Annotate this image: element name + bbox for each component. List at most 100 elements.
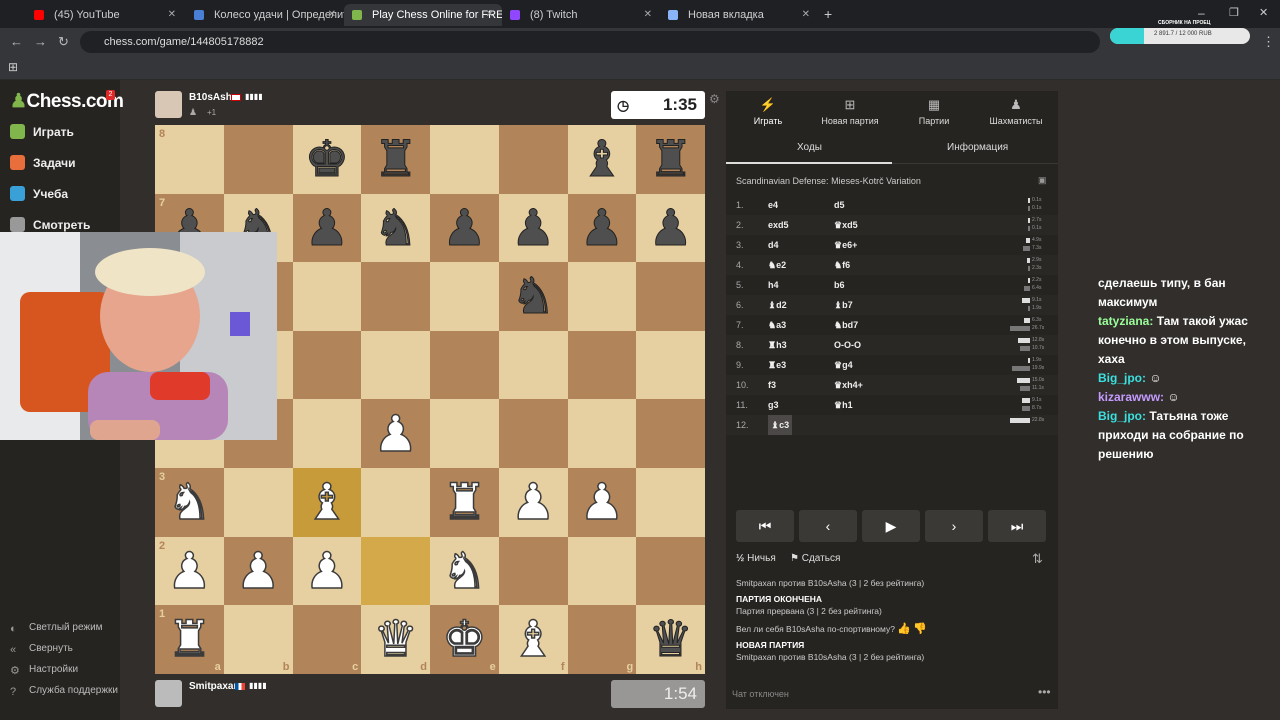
white-pawn-icon[interactable]: ♟ bbox=[304, 545, 350, 597]
white-knight-icon[interactable]: ♞ bbox=[441, 545, 487, 597]
subtab-moves[interactable]: Ходы bbox=[797, 142, 822, 153]
square-d6[interactable] bbox=[361, 262, 430, 331]
browser-tab-wheel[interactable]: Колесо удачи | Определите п ✕ bbox=[186, 4, 344, 26]
black-queen-icon[interactable]: ♛ bbox=[648, 614, 694, 665]
square-c3[interactable]: ♝ bbox=[292, 467, 362, 537]
url-input[interactable]: chess.com/game/144805178882 bbox=[80, 31, 1100, 53]
next-move-button[interactable]: › bbox=[925, 510, 983, 542]
square-d5[interactable] bbox=[361, 330, 430, 400]
black-move[interactable]: ♛e6+ bbox=[834, 235, 857, 255]
settings-button[interactable]: ⚙ Настройки bbox=[10, 663, 78, 677]
white-move[interactable]: ♜h3 bbox=[768, 335, 787, 355]
close-icon[interactable]: ✕ bbox=[486, 4, 494, 26]
subtab-info[interactable]: Информация bbox=[947, 142, 1008, 153]
black-rook-icon[interactable]: ♜ bbox=[648, 134, 694, 185]
black-move[interactable]: ♞f6 bbox=[834, 255, 850, 275]
white-queen-icon[interactable]: ♛ bbox=[372, 614, 418, 666]
black-bishop-icon[interactable]: ♝ bbox=[579, 134, 625, 185]
black-king-icon[interactable]: ♚ bbox=[304, 134, 350, 185]
square-g8[interactable]: ♝ bbox=[567, 125, 637, 194]
thumbs-down-icon[interactable]: 👎 bbox=[913, 623, 927, 635]
white-pawn-icon[interactable]: ♟ bbox=[372, 408, 418, 460]
square-g1[interactable]: g bbox=[567, 605, 637, 674]
square-g4[interactable] bbox=[567, 399, 637, 468]
black-move[interactable]: ♛xd5 bbox=[834, 215, 858, 235]
black-move[interactable]: ♝b7 bbox=[834, 295, 853, 315]
tab-play[interactable]: ⚡ Играть bbox=[728, 97, 808, 126]
white-move[interactable]: e4 bbox=[768, 195, 778, 215]
last-move-button[interactable]: ⏭ bbox=[988, 510, 1046, 542]
tab-new-game[interactable]: ⊞ Новая партия bbox=[810, 97, 890, 126]
square-h7[interactable]: ♟ bbox=[636, 193, 705, 263]
white-move[interactable]: ♞e2 bbox=[768, 255, 786, 275]
close-window-icon[interactable]: ✕ bbox=[1259, 6, 1268, 19]
draw-button[interactable]: ½ Ничья bbox=[736, 553, 776, 564]
square-h5[interactable] bbox=[636, 330, 705, 400]
square-h1[interactable]: ♛ h bbox=[636, 605, 705, 674]
light-mode-button[interactable]: ◐ Светлый режим bbox=[10, 621, 103, 635]
more-icon[interactable]: ••• bbox=[1038, 685, 1051, 699]
white-pawn-icon[interactable]: ♟ bbox=[510, 477, 556, 529]
square-c6[interactable] bbox=[292, 262, 362, 331]
sidebar-item-play[interactable]: Играть bbox=[10, 122, 74, 142]
square-f5[interactable] bbox=[498, 330, 568, 400]
square-d3[interactable] bbox=[361, 467, 430, 537]
apps-icon[interactable]: ⊞ bbox=[8, 60, 18, 74]
square-g5[interactable] bbox=[567, 330, 637, 400]
square-c2[interactable]: ♟ bbox=[292, 536, 362, 606]
square-d2[interactable] bbox=[361, 536, 430, 606]
square-a1[interactable]: ♜ 1 a bbox=[155, 605, 224, 674]
square-g7[interactable]: ♟ bbox=[567, 193, 637, 263]
back-icon[interactable]: ← bbox=[10, 34, 23, 50]
square-f4[interactable] bbox=[498, 399, 568, 468]
board-settings-gear-icon[interactable]: ⚙ bbox=[709, 92, 720, 106]
black-move[interactable]: ♛h1 bbox=[834, 395, 853, 415]
white-rook-icon[interactable]: ♜ bbox=[166, 614, 212, 666]
square-g3[interactable]: ♟ bbox=[567, 467, 637, 537]
white-move[interactable]: ♜e3 bbox=[768, 355, 786, 375]
black-pawn-icon[interactable]: ♟ bbox=[441, 202, 487, 253]
close-icon[interactable]: ✕ bbox=[328, 4, 336, 26]
sidebar-item-puzzles[interactable]: Задачи bbox=[10, 153, 76, 173]
square-e5[interactable] bbox=[430, 330, 499, 400]
support-button[interactable]: ? Служба поддержки bbox=[10, 684, 118, 698]
black-pawn-icon[interactable]: ♟ bbox=[304, 202, 350, 253]
close-icon[interactable]: ✕ bbox=[168, 4, 176, 26]
square-f7[interactable]: ♟ bbox=[498, 193, 568, 263]
square-c4[interactable] bbox=[292, 399, 362, 468]
square-f6[interactable]: ♞ bbox=[498, 262, 568, 331]
square-a2[interactable]: ♟ 2 bbox=[155, 536, 224, 606]
avatar[interactable] bbox=[155, 680, 182, 707]
black-rook-icon[interactable]: ♜ bbox=[373, 134, 419, 185]
white-king-icon[interactable]: ♚ bbox=[441, 614, 487, 666]
square-d7[interactable]: ♞ bbox=[361, 193, 430, 263]
square-h3[interactable] bbox=[636, 467, 705, 537]
new-tab-button[interactable]: + bbox=[824, 6, 832, 22]
square-e8[interactable] bbox=[430, 125, 499, 194]
browser-tab-new[interactable]: Новая вкладка ✕ bbox=[660, 4, 818, 26]
white-move[interactable]: d4 bbox=[768, 235, 779, 255]
square-g6[interactable] bbox=[567, 262, 637, 331]
reload-icon[interactable]: ↻ bbox=[58, 34, 69, 50]
square-f2[interactable] bbox=[498, 536, 568, 606]
black-move[interactable]: ♛xh4+ bbox=[834, 375, 863, 395]
black-knight-icon[interactable]: ♞ bbox=[373, 202, 419, 253]
minimize-icon[interactable]: – bbox=[1198, 6, 1205, 20]
black-knight-icon[interactable]: ♞ bbox=[510, 271, 556, 322]
white-move[interactable]: ♞a3 bbox=[768, 315, 786, 335]
clipboard-icon[interactable]: ▣ bbox=[1038, 175, 1047, 186]
white-move[interactable]: h4 bbox=[768, 275, 779, 295]
square-f1[interactable]: ♝ f bbox=[498, 605, 568, 674]
white-bishop-icon[interactable]: ♝ bbox=[510, 614, 556, 666]
square-c8[interactable]: ♚ bbox=[292, 125, 362, 194]
white-move[interactable]: g3 bbox=[768, 395, 779, 415]
browser-tab-youtube[interactable]: (45) YouTube ✕ bbox=[26, 4, 184, 26]
square-e3[interactable]: ♜ bbox=[430, 467, 499, 537]
white-rook-icon[interactable]: ♜ bbox=[441, 477, 487, 529]
white-move[interactable]: exd5 bbox=[768, 215, 789, 235]
square-d8[interactable]: ♜ bbox=[361, 125, 430, 194]
square-e7[interactable]: ♟ bbox=[430, 193, 499, 263]
browser-tab-twitch[interactable]: (8) Twitch ✕ bbox=[502, 4, 660, 26]
player-name[interactable]: Smitpaxan bbox=[189, 681, 240, 692]
square-h8[interactable]: ♜ bbox=[636, 125, 705, 194]
